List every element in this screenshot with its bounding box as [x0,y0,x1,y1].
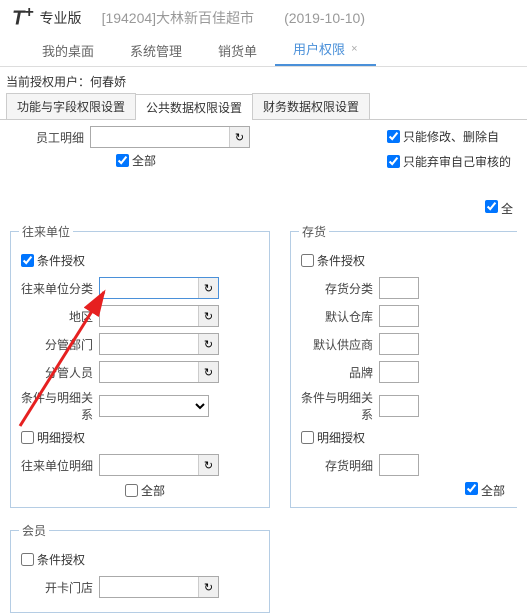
tab-user-perm[interactable]: 用户权限 × [275,33,375,66]
company-name: [194204]大林新百佳超市 [102,8,255,28]
stock-all-checkbox[interactable] [465,482,478,495]
partner-dept-label: 分管部门 [19,336,99,353]
only-unapprove-own-checkbox[interactable] [387,155,400,168]
partner-detail-auth-label: 明细授权 [37,429,85,446]
topright-all-label: 全 [501,202,513,216]
stock-detail-auth-checkbox[interactable] [301,431,314,444]
stock-rel-label: 条件与明细关系 [299,389,379,423]
stock-brand-input[interactable] [379,361,419,383]
stock-group: 存货 条件授权 存货分类 默认仓库 默认供应商 品牌 条件与明细关系 明细授权 … [290,223,517,508]
only-unapprove-own-label: 只能弃审自己审核的 [403,153,511,170]
sub-tabs: 功能与字段权限设置 公共数据权限设置 财务数据权限设置 [0,93,527,120]
logo: T+ [12,4,34,31]
tab-sales[interactable]: 销货单 [200,35,275,66]
partner-rel-label: 条件与明细关系 [19,389,99,423]
stock-wh-input[interactable] [379,305,419,327]
stock-supplier-input[interactable] [379,333,419,355]
stock-cat-label: 存货分类 [299,280,379,297]
lookup-icon[interactable]: ↻ [229,127,249,147]
partner-rel-select[interactable] [99,395,209,417]
partner-legend: 往来单位 [19,223,73,240]
stock-detail-input[interactable] [379,454,419,476]
header-date: (2019-10-10) [284,10,365,26]
partner-all-checkbox[interactable] [125,484,138,497]
lookup-icon[interactable]: ↻ [198,362,218,382]
partner-cond-auth-label: 条件授权 [37,252,85,269]
stock-supplier-label: 默认供应商 [299,336,379,353]
partner-detail-label: 往来单位明细 [19,457,99,474]
subtab-finance-data[interactable]: 财务数据权限设置 [252,93,370,119]
subtab-public-data[interactable]: 公共数据权限设置 [135,94,253,120]
tab-system[interactable]: 系统管理 [112,35,200,66]
partner-region-label: 地区 [19,308,99,325]
stock-brand-label: 品牌 [299,364,379,381]
member-cond-auth-label: 条件授权 [37,551,85,568]
lookup-icon[interactable]: ↻ [198,278,218,298]
emp-detail-label: 员工明细 [10,129,90,146]
lookup-icon[interactable]: ↻ [198,306,218,326]
member-cond-auth-checkbox[interactable] [21,553,34,566]
partner-cond-auth-checkbox[interactable] [21,254,34,267]
main-tabs: 我的桌面 系统管理 销货单 用户权限 × [0,35,527,67]
current-user: 当前授权用户：何春娇 [0,67,527,93]
stock-all-label: 全部 [481,484,505,498]
edition: 专业版 [40,8,82,28]
stock-cond-auth-checkbox[interactable] [301,254,314,267]
partner-person-label: 分管人员 [19,364,99,381]
emp-detail-input[interactable] [90,126,250,148]
subtab-func[interactable]: 功能与字段权限设置 [6,93,136,119]
member-group: 会员 条件授权 开卡门店 ↻ [10,522,270,613]
emp-all-checkbox[interactable] [116,154,129,167]
stock-cond-auth-label: 条件授权 [317,252,365,269]
partner-detail-auth-checkbox[interactable] [21,431,34,444]
emp-all-label: 全部 [132,152,156,169]
stock-legend: 存货 [299,223,329,240]
lookup-icon[interactable]: ↻ [198,455,218,475]
only-edit-own-checkbox[interactable] [387,130,400,143]
member-legend: 会员 [19,522,49,539]
stock-rel-input[interactable] [379,395,419,417]
partner-group: 往来单位 条件授权 往来单位分类 ↻ 地区 ↻ 分管部门 ↻ 分管人员 ↻ 条件与明细关… [10,223,270,508]
partner-cat-label: 往来单位分类 [19,280,99,297]
member-shop-label: 开卡门店 [19,579,99,596]
tab-desktop[interactable]: 我的桌面 [24,35,112,66]
partner-all-label: 全部 [141,482,165,499]
close-icon[interactable]: × [351,43,357,55]
lookup-icon[interactable]: ↻ [198,334,218,354]
only-edit-own-label: 只能修改、删除自 [403,128,499,145]
topright-all-checkbox[interactable] [485,200,498,213]
stock-detail-auth-label: 明细授权 [317,429,365,446]
stock-detail-label: 存货明细 [299,457,379,474]
stock-wh-label: 默认仓库 [299,308,379,325]
stock-cat-input[interactable] [379,277,419,299]
lookup-icon[interactable]: ↻ [198,577,218,597]
